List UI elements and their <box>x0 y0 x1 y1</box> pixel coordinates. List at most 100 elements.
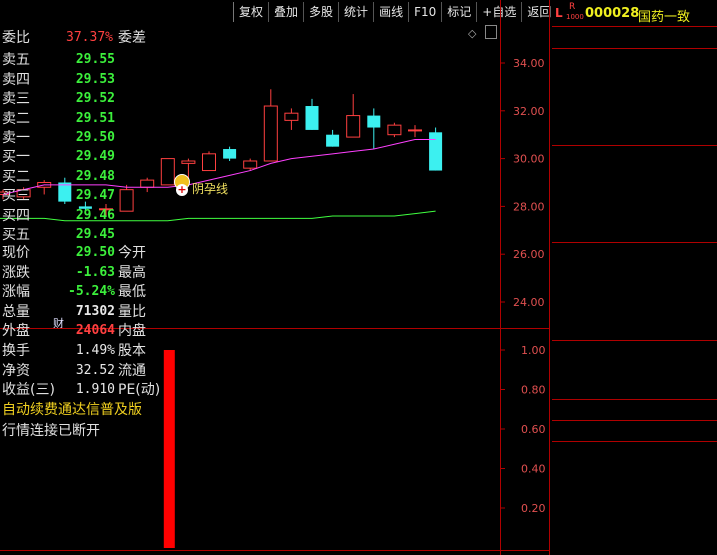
volume-axis-label: 0.20 <box>521 502 546 515</box>
stat-row: 涨幅 -5.24% 最低 <box>0 283 165 301</box>
ask-label: 卖五 <box>2 52 30 68</box>
stat-row: 涨跌 -1.63 最高 <box>0 264 165 282</box>
bid-row: 买一 29.49 <box>0 148 165 166</box>
info-row: 净资 32.52 流通 <box>0 362 165 380</box>
info-value: 1.49% <box>75 343 115 358</box>
weibi-row: 委比 37.37% 委差 <box>0 29 165 47</box>
ask-label: 卖四 <box>2 71 30 88</box>
banner-status-separator <box>552 420 717 421</box>
candle-body[interactable] <box>346 115 361 138</box>
candle-body[interactable] <box>367 115 381 128</box>
stats-info-separator <box>552 340 717 341</box>
ask-price: 29.53 <box>75 71 115 87</box>
bid-label: 买五 <box>2 227 30 243</box>
stock-prefix-r: R <box>569 2 576 12</box>
stock-name: 国药一致 <box>638 10 691 25</box>
info-label: 换手 <box>2 343 30 359</box>
candle-body[interactable] <box>223 149 237 159</box>
stock-header: L R 1000 000028 国药一致 <box>552 2 717 26</box>
bid-label: 买一 <box>2 149 30 165</box>
price-axis-label: 24.00 <box>513 296 545 309</box>
status-bottom-separator <box>552 441 717 442</box>
ask-label: 卖一 <box>2 130 30 146</box>
ask-row: 卖一 29.50 <box>0 129 165 147</box>
volume-axis-label: 0.40 <box>521 463 546 476</box>
candle-body[interactable] <box>243 160 258 169</box>
candle-body[interactable] <box>326 134 340 147</box>
stat-label: 现价 <box>2 245 30 261</box>
volume-axis-label: 1.00 <box>521 344 546 357</box>
stat-label: 涨幅 <box>2 284 30 300</box>
bid-price: 29.48 <box>75 168 115 184</box>
stock-prefix-l: L <box>555 6 563 20</box>
info-banner-separator <box>552 399 717 400</box>
stat-label: 外盘 <box>2 323 30 339</box>
bottom-divider <box>0 550 550 551</box>
stat-value: 71302 <box>75 303 115 319</box>
ask-label: 卖三 <box>2 91 30 107</box>
weicha-label: 委差 <box>118 30 146 46</box>
price-axis-label: 30.00 <box>513 153 545 166</box>
ask-price: 29.55 <box>75 52 115 67</box>
candle-body[interactable] <box>202 153 216 172</box>
candle-body[interactable] <box>263 105 278 162</box>
bid-row: 买三 29.47 <box>0 187 165 205</box>
volume-axis-label: 0.60 <box>521 423 546 436</box>
info-label2: PE(动) <box>118 382 161 398</box>
weibi-separator <box>552 48 717 49</box>
ask-label: 卖二 <box>2 110 30 127</box>
price-axis-label: 34.00 <box>513 57 545 70</box>
info-value: 1.910 <box>75 382 115 397</box>
info-label2: 股本 <box>118 343 146 359</box>
candle-body[interactable] <box>181 160 196 164</box>
stat-label2: 最高 <box>118 264 146 281</box>
price-axis-label: 32.00 <box>513 105 545 118</box>
candle-body[interactable] <box>408 129 422 132</box>
ask-row: 卖五 29.55 <box>0 51 165 69</box>
bid-label: 买四 <box>2 207 30 224</box>
bid-row: 买四 29.46 <box>0 207 165 225</box>
volume-axis-label: 0.80 <box>521 384 546 397</box>
candle-body[interactable] <box>305 106 319 130</box>
stat-row: 总量 71302 量比 <box>0 303 165 321</box>
price-axis-label: 26.00 <box>513 248 545 261</box>
stat-label2: 最低 <box>118 284 146 300</box>
stock-prefix-sub: 1000 <box>566 13 584 21</box>
stat-row: 外盘 24064 内盘 <box>0 322 165 340</box>
stat-label2: 量比 <box>118 303 146 320</box>
info-label2: 流通 <box>118 362 146 379</box>
ask-price: 29.52 <box>75 91 115 106</box>
stat-label2: 今开 <box>118 245 146 261</box>
bid-label: 买三 <box>2 188 30 204</box>
candle-body[interactable] <box>429 132 443 171</box>
weibi-value: 37.37% <box>66 30 113 45</box>
candle-body[interactable] <box>387 124 402 136</box>
bid-row: 买二 29.48 <box>0 168 165 186</box>
stock-code: 000028 <box>585 6 640 21</box>
ask-row: 卖二 29.51 <box>0 110 165 128</box>
bid-row: 买五 29.45 <box>0 226 165 244</box>
bid-price: 29.47 <box>75 188 115 203</box>
pattern-label: 阴孕线 <box>192 182 229 196</box>
volume-bar[interactable] <box>163 350 175 548</box>
ask-bid-separator <box>552 145 717 146</box>
ask-row: 卖四 29.53 <box>0 71 165 89</box>
info-row: 收益(三) 1.910 PE(动) <box>0 381 165 399</box>
stat-label2: 内盘 <box>118 323 146 339</box>
stat-label: 总量 <box>2 303 30 320</box>
ask-price: 29.51 <box>75 110 115 126</box>
info-label: 收益(三) <box>2 382 55 398</box>
info-label: 净资 <box>2 362 30 379</box>
panel-divider <box>549 0 550 555</box>
upgrade-banner[interactable]: 自动续费通达信普及版 <box>0 401 167 419</box>
ask-row: 卖三 29.52 <box>0 90 165 108</box>
pattern-marker-plus-icon: + <box>176 183 188 196</box>
price-axis-label: 28.00 <box>513 200 545 213</box>
bid-price: 29.45 <box>75 227 115 242</box>
weibi-label: 委比 <box>2 30 30 46</box>
stat-label: 涨跌 <box>2 264 30 281</box>
candle-body[interactable] <box>284 112 299 121</box>
connection-status: 行情连接已断开 <box>2 423 100 439</box>
bid-stats-separator <box>552 242 717 243</box>
bid-label: 买二 <box>2 168 30 185</box>
